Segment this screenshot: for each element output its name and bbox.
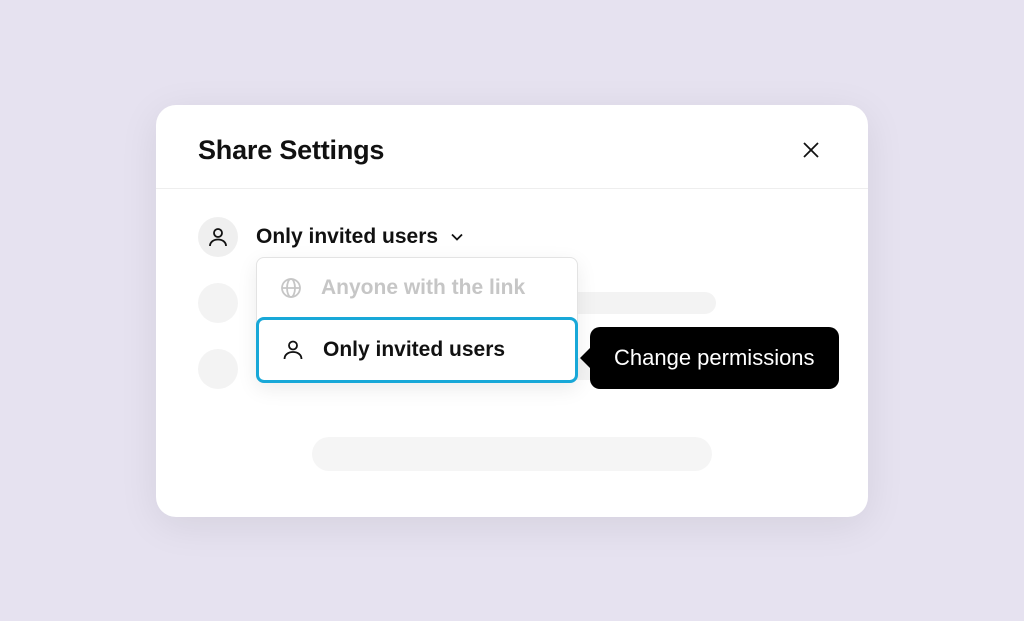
modal-title: Share Settings [198, 135, 384, 166]
modal-header: Share Settings [156, 105, 868, 189]
chevron-down-icon [448, 228, 466, 246]
tooltip-text: Change permissions [614, 345, 815, 370]
dropdown-option-label: Only invited users [323, 338, 505, 362]
change-permissions-tooltip: Change permissions [590, 327, 839, 389]
dropdown-option-invited[interactable]: Only invited users [256, 317, 578, 383]
placeholder-avatar [198, 283, 238, 323]
globe-icon [279, 276, 303, 300]
person-icon [207, 226, 229, 248]
permission-selector-row: Only invited users [198, 217, 826, 257]
share-settings-modal: Share Settings Only invited users [156, 105, 868, 517]
dropdown-option-anyone[interactable]: Anyone with the link [257, 258, 577, 318]
close-button[interactable] [796, 135, 826, 165]
permission-dropdown-menu: Anyone with the link Only invited users [256, 257, 578, 383]
person-icon [281, 338, 305, 362]
modal-body: Only invited users Anyone with [156, 189, 868, 517]
permission-dropdown-toggle[interactable]: Only invited users [256, 225, 466, 249]
permission-current-label: Only invited users [256, 225, 438, 249]
dropdown-option-label: Anyone with the link [321, 276, 525, 300]
placeholder-footer [312, 437, 712, 471]
permission-icon-wrapper [198, 217, 238, 257]
close-icon [801, 140, 821, 160]
placeholder-avatar [198, 349, 238, 389]
